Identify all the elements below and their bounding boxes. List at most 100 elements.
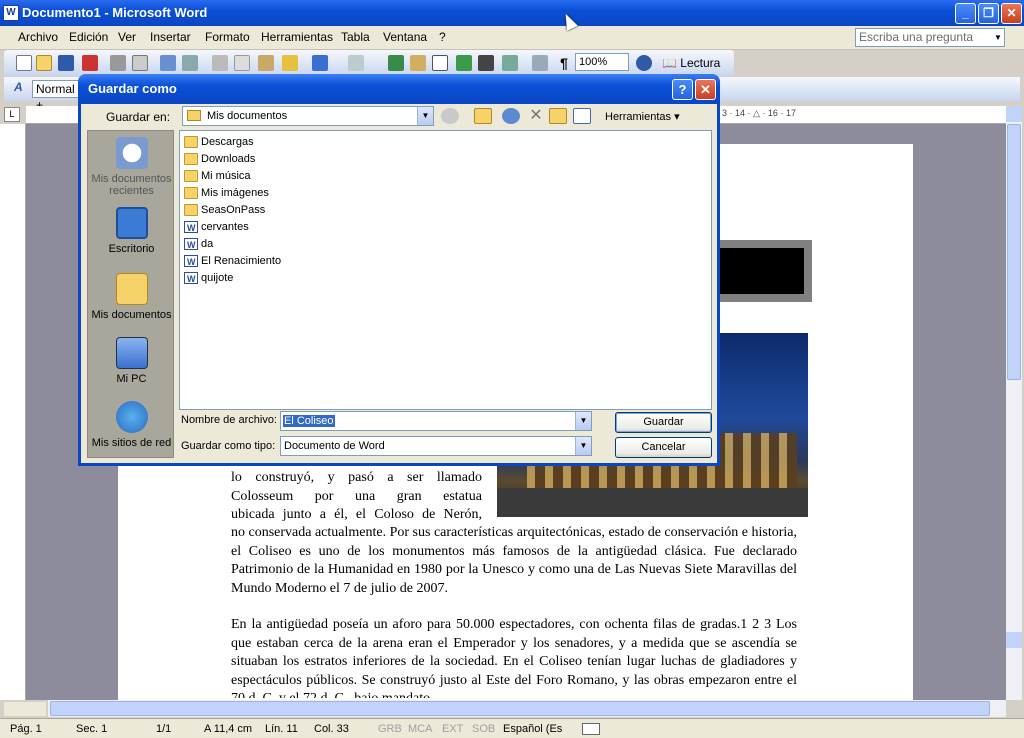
filename-input[interactable]: El Coliseo ▼ [280,411,592,431]
help-icon[interactable] [636,55,652,71]
place-recent[interactable]: Mis documentos recientes [88,137,175,197]
styles-formatting-icon[interactable]: A [14,80,30,96]
hyperlink-icon[interactable] [388,55,404,71]
save-button[interactable]: Guardar [615,412,712,433]
menu-help[interactable]: ? [439,30,446,44]
word-doc-icon [184,237,198,253]
list-item[interactable]: Mis imágenes [184,185,269,201]
show-hide-icon[interactable]: ¶ [556,55,572,71]
status-count: 1/1 [156,723,172,735]
cancel-button[interactable]: Cancelar [615,437,712,458]
filetype-select[interactable]: Documento de Word ▼ [280,436,592,456]
menu-tabla[interactable]: Tabla [341,30,370,44]
spelling-status-icon[interactable] [582,723,600,735]
views-icon[interactable] [573,108,591,124]
menu-herramientas[interactable]: Herramientas [261,30,333,44]
dialog-close-button[interactable]: ✕ [695,79,716,100]
list-item[interactable]: Mi música [184,168,251,184]
window-title: Documento1 - Microsoft Word [22,5,208,20]
new-doc-icon[interactable] [16,55,32,71]
format-painter-icon[interactable] [282,55,298,71]
vertical-ruler[interactable] [0,124,26,700]
redo-icon[interactable] [348,55,364,71]
insert-table-icon[interactable] [432,55,448,71]
status-sob[interactable]: SOB [472,723,495,735]
book-icon: 📖 [662,56,677,70]
reading-layout-button[interactable]: 📖 Lectura [662,56,720,70]
list-item[interactable]: cervantes [184,219,249,236]
delete-icon[interactable]: ✕ [527,108,545,124]
file-name: Descargas [201,136,254,148]
save-in-select[interactable]: Mis documentos ▼ [182,106,434,126]
document-map-icon[interactable] [532,55,548,71]
list-item[interactable]: SeasOnPass [184,202,265,218]
search-web-icon[interactable] [502,108,520,124]
zoom-value: 100% [579,56,608,68]
columns-icon[interactable] [478,55,494,71]
place-desktop[interactable]: Escritorio [88,207,175,255]
tools-menu[interactable]: Herramientas ▾ [605,110,680,123]
menu-insertar[interactable]: Insertar [150,30,191,44]
permission-icon[interactable] [82,55,98,71]
close-button[interactable]: ✕ [1001,3,1022,24]
vertical-scrollbar[interactable] [1006,106,1022,700]
print-icon[interactable] [110,55,126,71]
minimize-button[interactable]: _ [955,3,976,24]
place-label: Mis documentos recientes [91,173,172,197]
copy-icon[interactable] [234,55,250,71]
list-item[interactable]: Descargas [184,134,254,150]
list-item[interactable]: da [184,236,213,253]
list-item[interactable]: Downloads [184,151,255,167]
tables-borders-icon[interactable] [410,55,426,71]
place-network[interactable]: Mis sitios de red [88,401,175,449]
chevron-down-icon[interactable]: ▼ [992,29,1004,46]
menu-formato[interactable]: Formato [205,30,250,44]
menu-archivo[interactable]: Archivo [18,30,58,44]
zoom-select[interactable]: 100% [575,53,629,71]
drawing-icon[interactable] [502,55,518,71]
menu-ver[interactable]: Ver [118,30,136,44]
new-folder-icon[interactable] [549,108,567,124]
file-list[interactable]: Descargas Downloads Mi música Mis imágen… [179,130,712,410]
word-doc-icon [184,271,198,287]
chevron-down-icon[interactable]: ▼ [417,107,433,125]
word-app-icon[interactable]: W [3,5,19,21]
ask-question-input[interactable]: Escriba una pregunta ▼ [855,28,1005,47]
dialog-help-button[interactable]: ? [672,79,693,100]
scroll-thumb[interactable] [1007,124,1021,380]
horizontal-scrollbar[interactable] [48,700,1006,717]
scroll-up-icon[interactable] [1006,106,1022,122]
print-preview-icon[interactable] [132,55,148,71]
cut-icon[interactable] [212,55,228,71]
spelling-icon[interactable] [160,55,176,71]
list-item[interactable]: quijote [184,270,233,287]
tab-selector[interactable]: L [4,107,20,122]
research-icon[interactable] [182,55,198,71]
status-mca[interactable]: MCA [408,723,432,735]
paste-icon[interactable] [258,55,274,71]
status-ext[interactable]: EXT [442,723,463,735]
status-grb[interactable]: GRB [378,723,402,735]
save-icon[interactable] [58,55,74,71]
place-my-computer[interactable]: Mi PC [88,337,175,385]
scroll-down-icon[interactable] [1006,632,1022,648]
hscroll-thumb[interactable] [50,701,990,716]
chevron-down-icon[interactable]: ▼ [575,437,591,455]
restore-button[interactable]: ❐ [978,3,999,24]
place-my-documents[interactable]: Mis documentos [88,273,175,321]
list-item[interactable]: El Renacimiento [184,253,281,270]
dialog-title-bar[interactable]: Guardar como [78,74,720,104]
menu-ventana[interactable]: Ventana [383,30,427,44]
undo-icon[interactable] [312,55,328,71]
tools-label: Herramientas [605,111,672,123]
insert-excel-icon[interactable] [456,55,472,71]
back-icon[interactable] [441,108,459,124]
view-buttons[interactable] [4,702,46,716]
folder-icon [187,110,201,121]
window-title-bar[interactable]: W Documento1 - Microsoft Word _ ❐ ✕ [0,0,1024,26]
menu-edicion[interactable]: Edición [69,30,108,44]
up-folder-icon[interactable] [474,108,492,124]
open-icon[interactable] [36,55,52,71]
style-select[interactable]: Normal + [32,80,80,112]
chevron-down-icon[interactable]: ▼ [575,412,591,430]
